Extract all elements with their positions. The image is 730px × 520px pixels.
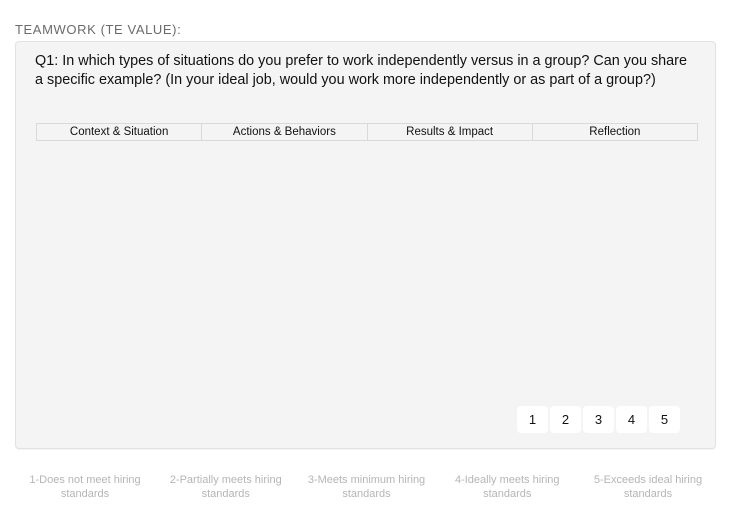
rating-selector: 1 2 3 4 5 xyxy=(517,406,680,433)
rating-button-4[interactable]: 4 xyxy=(616,406,647,433)
scale-label-2: 2-Partially meets hiring standards xyxy=(169,474,282,500)
column-header-reflection: Reflection xyxy=(531,123,699,141)
column-header-actions: Actions & Behaviors xyxy=(201,123,368,141)
rating-button-2[interactable]: 2 xyxy=(550,406,581,433)
rating-button-3[interactable]: 3 xyxy=(583,406,614,433)
rating-scale-legend: 1-Does not meet hiring standards 2-Parti… xyxy=(15,473,718,501)
question-text: Q1: In which types of situations do you … xyxy=(35,53,687,88)
answer-criteria-table: Context & Situation Actions & Behaviors … xyxy=(35,123,699,141)
table-header-row: Context & Situation Actions & Behaviors … xyxy=(35,123,699,141)
scale-label-4: 4-Ideally meets hiring standards xyxy=(454,474,560,500)
question-card: Q1: In which types of situations do you … xyxy=(15,41,716,449)
section-title: TEAMWORK (TE VALUE): xyxy=(15,22,182,37)
scale-label-3: 3-Meets minimum hiring standards xyxy=(307,474,426,500)
scale-label-5: 5-Exceeds ideal hiring standards xyxy=(593,474,703,500)
column-header-results: Results & Impact xyxy=(366,123,533,141)
scale-label-1: 1-Does not meet hiring standards xyxy=(29,474,141,500)
column-header-context: Context & Situation xyxy=(35,123,203,141)
rating-button-5[interactable]: 5 xyxy=(649,406,680,433)
rating-button-1[interactable]: 1 xyxy=(517,406,548,433)
